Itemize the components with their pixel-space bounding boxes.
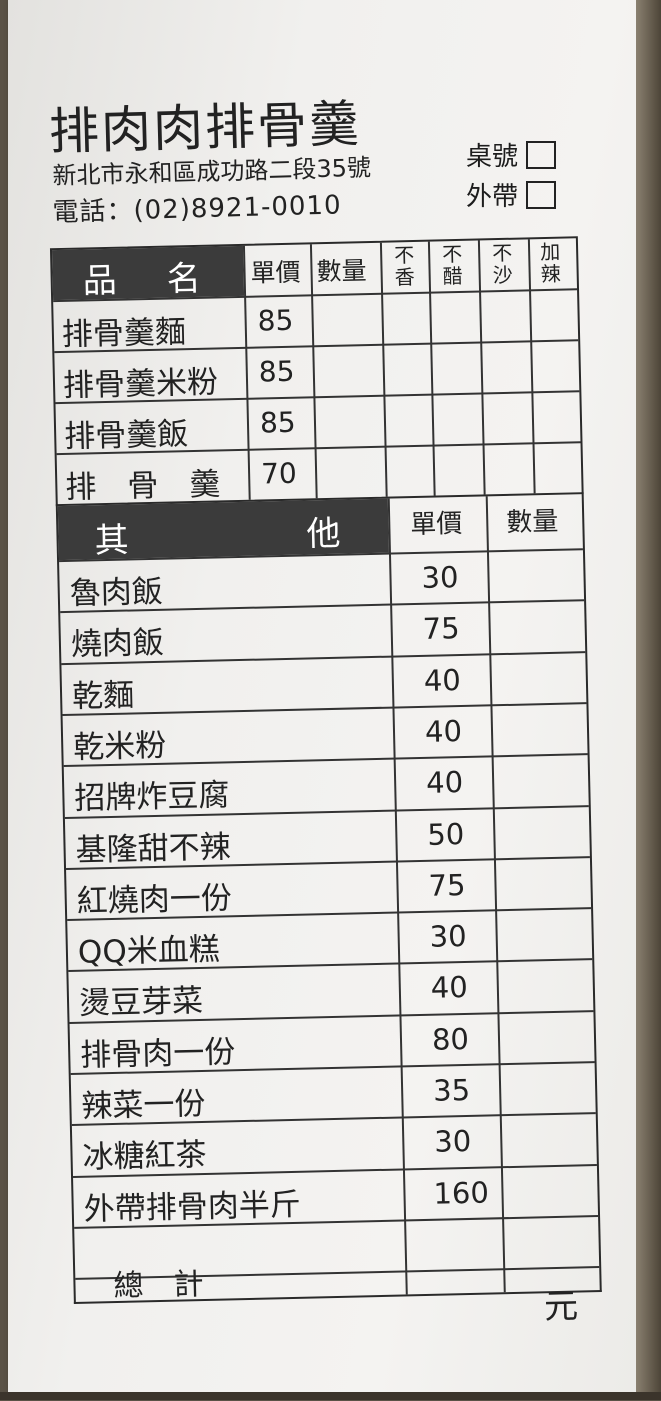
main-item-name: 排骨羹飯 <box>63 416 189 455</box>
main-item-price: 70 <box>260 456 298 491</box>
other-item-price: 75 <box>422 611 460 647</box>
main-item-name: 排骨羹麵 <box>61 314 187 353</box>
other-qty-header: 數量 <box>505 506 559 538</box>
other-item-qty-cell[interactable] <box>503 1166 598 1215</box>
no-sauce-header: 不沙 <box>491 240 513 288</box>
order-form: 品 名 單價 數量 不香 不醋 不沙 加辣 排骨羹麵 85 排骨羹米粉 85 排… <box>0 0 661 1401</box>
other-item-qty-cell[interactable] <box>491 653 586 702</box>
main-qty-header: 數量 <box>316 256 367 287</box>
extra-spicy-header: 加辣 <box>539 239 561 287</box>
main-price-header: 單價 <box>250 257 301 288</box>
other-item-qty-cell[interactable] <box>492 704 587 753</box>
other-item-name: 乾麵 <box>71 677 135 715</box>
other-item-qty-cell[interactable] <box>496 858 591 907</box>
main-item-price: 85 <box>257 303 294 338</box>
other-item-price: 30 <box>433 1124 472 1160</box>
main-item-price: 85 <box>258 354 295 389</box>
main-item-name: 排骨羹米粉 <box>62 364 219 404</box>
main-name-header: 品 名 <box>52 245 245 301</box>
other-price-header: 單價 <box>409 508 463 541</box>
other-item-name: 外帶排骨肉半斤 <box>83 1186 302 1228</box>
total-label: 總 計 <box>113 1267 204 1305</box>
other-item-qty-cell[interactable] <box>489 550 584 599</box>
other-item-name: QQ米血糕 <box>77 931 221 971</box>
other-item-price: 30 <box>421 560 459 595</box>
other-item-qty-cell[interactable] <box>497 909 592 958</box>
other-item-name: 辣菜一份 <box>81 1085 206 1125</box>
other-item-price: 40 <box>430 970 469 1006</box>
no-vinegar-header: 不醋 <box>441 241 463 289</box>
other-item-name: 基隆甜不辣 <box>75 828 231 869</box>
other-item-qty-cell[interactable] <box>490 601 585 650</box>
other-item-price: 50 <box>426 816 465 852</box>
other-item-qty-cell[interactable] <box>495 807 590 856</box>
other-item-price: 75 <box>428 867 466 903</box>
other-item-name: 魯肉飯 <box>69 573 164 612</box>
main-item-name: 排 骨 羹 <box>64 466 221 506</box>
other-item-price: 35 <box>432 1072 471 1108</box>
other-item-qty-cell[interactable] <box>502 1114 597 1163</box>
other-item-price: 30 <box>429 919 467 954</box>
other-name-header: 其 他 <box>57 498 389 561</box>
other-item-name: 招牌炸豆腐 <box>74 777 230 817</box>
other-item-name: 冰糖紅茶 <box>82 1137 207 1177</box>
other-item-price: 160 <box>433 1175 490 1211</box>
other-item-price: 40 <box>423 662 462 698</box>
other-item-name: 紅燒肉一份 <box>76 880 233 920</box>
other-item-price: 40 <box>424 713 463 749</box>
other-item-qty-cell[interactable] <box>499 1012 594 1061</box>
other-item-name: 乾米粉 <box>72 727 167 766</box>
main-item-price: 85 <box>259 405 296 440</box>
other-item-name: 燙豆芽菜 <box>78 983 204 1023</box>
other-item-qty-cell[interactable] <box>494 755 589 804</box>
total-unit: 元 <box>543 1286 579 1328</box>
no-cilantro-header: 不香 <box>393 242 415 290</box>
other-item-price: 80 <box>431 1021 470 1057</box>
other-item-name: 排骨肉一份 <box>79 1033 236 1074</box>
other-item-name: 燒肉飯 <box>70 625 165 664</box>
other-item-price: 40 <box>425 765 464 801</box>
other-item-qty-cell[interactable] <box>501 1063 596 1112</box>
other-item-qty-cell[interactable] <box>498 960 593 1009</box>
